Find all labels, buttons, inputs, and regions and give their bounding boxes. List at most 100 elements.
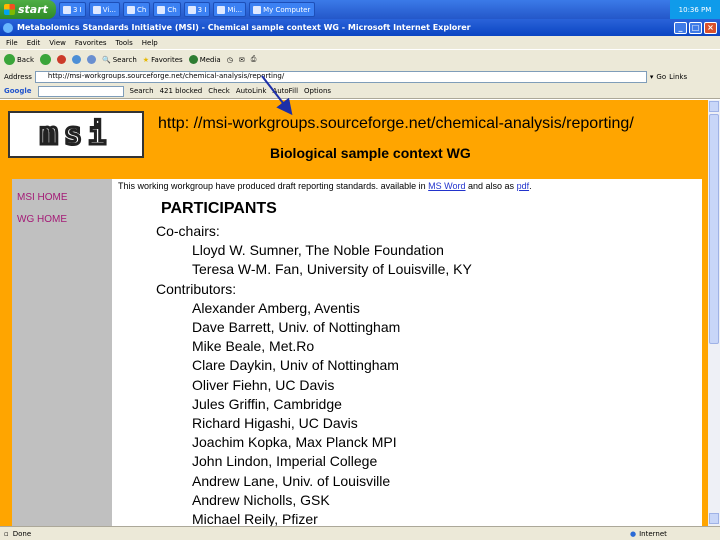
list-item: Clare Daykin, Univ of Nottingham [192,357,399,374]
back-arrow-icon [4,54,15,65]
contributors-label: Contributors: [156,280,237,297]
list-item: Mike Beale, Met.Ro [192,338,315,355]
window-icon [63,5,71,14]
status-bar: ▫ Done ● Internet [0,526,720,540]
google-logo: Google [4,87,32,95]
participants-heading: PARTICIPANTS [161,200,277,217]
list-item: Andrew Nicholls, GSK [192,491,330,508]
window-icon [187,5,196,14]
search-icon: 🔍 [102,55,111,64]
scroll-up-icon[interactable] [709,101,719,112]
menu-favorites[interactable]: Favorites [75,39,107,47]
list-item: Lloyd W. Sumner, The Noble Foundation [192,242,444,259]
content-panel: This working workgroup have produced dra… [112,179,702,526]
menu-tools[interactable]: Tools [116,39,133,47]
address-input[interactable]: http://msi-workgroups.sourceforge.net/ch… [34,70,647,83]
start-button[interactable]: start [0,0,56,19]
page-icon: ▫ [4,529,9,538]
address-label: Address [4,72,32,81]
go-button[interactable]: Go [656,73,666,81]
participants-list: Co-chairs: Lloyd W. Sumner, The Noble Fo… [156,222,472,526]
google-search-button[interactable]: Search [130,87,154,95]
media-button[interactable]: Media [188,55,221,64]
computer-icon [253,5,262,14]
taskbar-item-2[interactable]: Vi... [88,2,121,17]
system-tray: 10:36 PM [670,0,720,19]
window-icon [92,5,101,14]
scroll-down-icon[interactable] [709,513,719,524]
taskbar-item-my-computer[interactable]: My Computer [249,2,316,17]
url-annotation: http: //msi-workgroups.sourceforge.net/c… [158,115,634,132]
taskbar-item-1[interactable]: 3 I [59,2,86,17]
nav-wg-home[interactable]: WG HOME [17,214,67,225]
logo-text: msi [38,116,113,154]
address-dropdown-icon[interactable]: ▾ [650,73,654,81]
intro-text: This working workgroup have produced dra… [118,181,532,191]
page-viewport: msi http: //msi-workgroups.sourceforge.n… [0,100,708,526]
workgroup-title: Biological sample context WG [270,145,471,161]
nav-msi-home[interactable]: MSI HOME [17,192,68,203]
list-item: Richard Higashi, UC Davis [192,415,358,432]
options-button[interactable]: Options [304,87,331,95]
vertical-scrollbar[interactable] [708,100,720,526]
check-button[interactable]: Check [208,87,230,95]
menu-view[interactable]: View [49,39,66,47]
mail-button[interactable]: ✉ [239,56,245,64]
globe-icon: ● [630,529,637,538]
ie-icon [3,22,13,33]
taskbar-item-6[interactable]: Mi... [213,2,247,17]
list-item: Teresa W-M. Fan, University of Louisvill… [192,261,472,278]
print-button[interactable]: ⎙ [251,55,257,64]
home-button[interactable] [87,55,96,64]
left-nav: MSI HOME WG HOME [12,179,112,526]
autolink-button[interactable]: AutoLink [236,87,267,95]
back-button[interactable]: Back [4,54,34,65]
minimize-button[interactable]: _ [674,21,687,34]
menu-edit[interactable]: Edit [27,39,41,47]
page-frame: msi http: //msi-workgroups.sourceforge.n… [0,100,708,526]
close-button[interactable]: × [704,21,717,34]
forward-button[interactable] [40,54,51,65]
menu-bar: File Edit View Favorites Tools Help [0,36,720,49]
ms-word-link[interactable]: MS Word [428,181,465,191]
stop-button[interactable] [57,55,66,64]
security-zone: ● Internet [630,530,720,538]
taskbar: start 3 I Vi... Ch Ch 3 I Mi... My Compu… [0,0,720,19]
history-button[interactable]: ◷ [227,56,233,64]
menu-file[interactable]: File [6,39,18,47]
pdf-link[interactable]: pdf [517,181,530,191]
popup-blocked-count[interactable]: 421 blocked [160,87,203,95]
zone-label: Internet [639,529,667,538]
list-item: Jules Griffin, Cambridge [192,395,342,412]
taskbar-item-5[interactable]: 3 I [183,2,211,17]
taskbar-item-4[interactable]: Ch [153,2,181,17]
google-toolbar: Google Search 421 blocked Check AutoLink… [0,84,720,99]
refresh-button[interactable] [72,55,81,64]
list-item: Dave Barrett, Univ. of Nottingham [192,319,401,336]
list-item: John Lindon, Imperial College [192,453,378,470]
clock[interactable]: 10:36 PM [679,6,712,14]
window-icon [217,5,226,14]
list-item: Michael Reily, Pfizer [192,511,318,526]
search-button[interactable]: 🔍 Search [102,56,137,64]
favorites-button[interactable]: ★ Favorites [143,56,183,64]
autofill-button[interactable]: AutoFill [272,87,298,95]
maximize-button[interactable]: □ [689,21,702,34]
star-icon: ★ [142,55,150,64]
scrollbar-thumb[interactable] [709,114,719,344]
list-item: Alexander Amberg, Aventis [192,299,360,316]
standard-toolbar: Back 🔍 Search ★ Favorites Media ◷ ✉ ⎙ [0,49,720,69]
address-bar: Address http://msi-workgroups.sourceforg… [0,69,720,84]
list-item: Andrew Lane, Univ. of Louisville [192,472,391,489]
window-title: Metabolomics Standards Initiative (MSI) … [17,23,471,32]
media-icon [188,55,198,64]
window-icon [127,5,136,14]
links-button[interactable]: Links [669,73,687,81]
cochairs-label: Co-chairs: [156,223,220,239]
list-item: Joachim Kopka, Max Planck MPI [192,434,397,451]
status-text: Done [12,529,32,538]
menu-help[interactable]: Help [142,39,158,47]
window-icon [157,5,166,14]
google-search-input[interactable] [37,85,124,97]
taskbar-item-3[interactable]: Ch [123,2,151,17]
